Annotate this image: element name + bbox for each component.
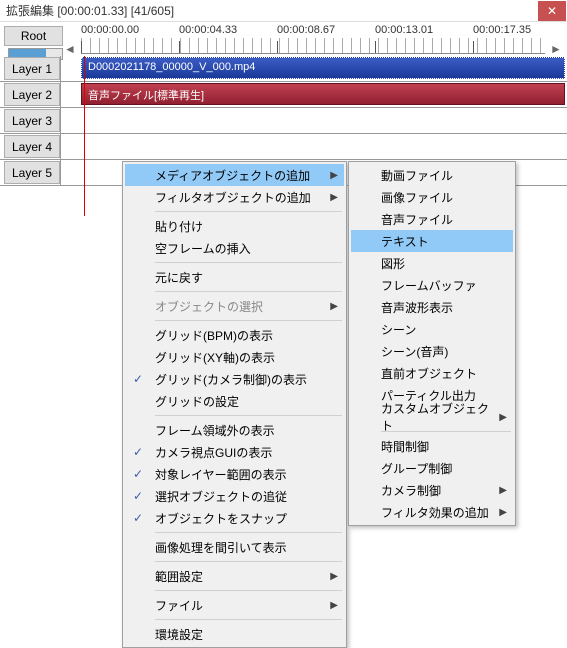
layer-label[interactable]: Layer 3 [4,109,60,132]
ruler-label: 00:00:17.35 [473,24,531,36]
menu-paste[interactable]: 貼り付け [125,215,344,237]
layer-track[interactable]: D0002021178_00000_V_000.mp4 [60,56,567,81]
audio-clip[interactable]: 音声ファイル[標準再生] [81,83,565,105]
menu-target-layer[interactable]: ✓対象レイヤー範囲の表示 [125,463,344,485]
menu-separator [155,320,342,321]
submenu-scene-audio[interactable]: シーン(音声) [351,340,513,362]
menu-follow-sel[interactable]: ✓選択オブジェクトの追従 [125,485,344,507]
menu-separator [155,619,342,620]
layer-row: Layer 2 音声ファイル[標準再生] [0,82,567,108]
ruler-label: 00:00:08.67 [277,24,335,36]
chevron-right-icon: ▶ [330,301,338,312]
menu-media-add[interactable]: メディアオブジェクトの追加▶ [125,164,344,186]
toolbar: Root ◄ 00:00:00.00 00:00:04.33 00:00:08.… [0,22,567,56]
window-title: 拡張編集 [00:00:01.33] [41/605] [0,2,174,19]
menu-file[interactable]: ファイル▶ [125,594,344,616]
chevron-right-icon: ▶ [330,571,338,582]
submenu-filter-fx[interactable]: フィルタ効果の追加▶ [351,501,513,523]
menu-separator [155,415,342,416]
layer-row: Layer 3 [0,108,567,134]
submenu-cam-ctrl[interactable]: カメラ制御▶ [351,479,513,501]
submenu-time-ctrl[interactable]: 時間制御 [351,435,513,457]
submenu-framebuf[interactable]: フレームバッファ [351,274,513,296]
layer-track[interactable]: 音声ファイル[標準再生] [60,82,567,107]
menu-separator [155,590,342,591]
submenu-shape[interactable]: 図形 [351,252,513,274]
root-button[interactable]: Root [4,26,63,46]
check-icon: ✓ [133,467,143,481]
chevron-right-icon: ▶ [330,170,338,181]
submenu-text[interactable]: テキスト [351,230,513,252]
menu-empty-frame[interactable]: 空フレームの挿入 [125,237,344,259]
chevron-right-icon: ▶ [330,600,338,611]
menu-separator [155,262,342,263]
menu-env[interactable]: 環境設定 [125,623,344,645]
menu-grid-settings[interactable]: グリッドの設定 [125,390,344,412]
chevron-right-icon: ▶ [330,192,338,203]
layer-row: Layer 1 D0002021178_00000_V_000.mp4 [0,56,567,82]
close-button[interactable]: ✕ [538,1,566,21]
check-icon: ✓ [133,372,143,386]
menu-snap-obj[interactable]: ✓オブジェクトをスナップ [125,507,344,529]
layer-row: Layer 4 [0,134,567,160]
menu-undo[interactable]: 元に戻す [125,266,344,288]
menu-select-obj: オブジェクトの選択▶ [125,295,344,317]
check-icon: ✓ [133,511,143,525]
context-menu: メディアオブジェクトの追加▶ フィルタオブジェクトの追加▶ 貼り付け 空フレーム… [122,161,347,648]
titlebar: 拡張編集 [00:00:01.33] [41/605] ✕ [0,0,567,22]
ruler-label: 00:00:00.00 [81,24,139,36]
playhead[interactable] [84,56,85,216]
submenu-waveform[interactable]: 音声波形表示 [351,296,513,318]
video-clip[interactable]: D0002021178_00000_V_000.mp4 [81,57,565,79]
submenu-image[interactable]: 画像ファイル [351,186,513,208]
menu-separator [155,532,342,533]
check-icon: ✓ [133,489,143,503]
menu-frame-out[interactable]: フレーム領域外の表示 [125,419,344,441]
submenu-media: 動画ファイル 画像ファイル 音声ファイル テキスト 図形 フレームバッファ 音声… [348,161,516,526]
menu-image-thin[interactable]: 画像処理を間引いて表示 [125,536,344,558]
ruler-label: 00:00:13.01 [375,24,433,36]
layer-track[interactable] [60,108,567,133]
timeline-ruler[interactable]: 00:00:00.00 00:00:04.33 00:00:08.67 00:0… [81,24,545,54]
menu-cam-gui[interactable]: ✓カメラ視点GUIの表示 [125,441,344,463]
menu-grid-cam[interactable]: ✓グリッド(カメラ制御)の表示 [125,368,344,390]
menu-separator [155,211,342,212]
close-icon: ✕ [547,4,557,18]
submenu-custom[interactable]: カスタムオブジェクト▶ [351,406,513,428]
ruler-label: 00:00:04.33 [179,24,237,36]
submenu-audio[interactable]: 音声ファイル [351,208,513,230]
layer-label[interactable]: Layer 5 [4,161,60,184]
layer-label[interactable]: Layer 4 [4,135,60,158]
chevron-right-icon: ▶ [499,507,507,518]
scroll-right-button[interactable]: ► [549,42,563,56]
check-icon: ✓ [133,445,143,459]
layer-label[interactable]: Layer 2 [4,83,60,106]
submenu-prev-obj[interactable]: 直前オブジェクト [351,362,513,384]
menu-grid-xy[interactable]: グリッド(XY軸)の表示 [125,346,344,368]
scroll-left-button[interactable]: ◄ [63,42,77,56]
submenu-video[interactable]: 動画ファイル [351,164,513,186]
chevron-right-icon: ▶ [499,412,507,423]
submenu-group-ctrl[interactable]: グループ制御 [351,457,513,479]
menu-separator [155,291,342,292]
menu-grid-bpm[interactable]: グリッド(BPM)の表示 [125,324,344,346]
chevron-right-icon: ▶ [499,485,507,496]
menu-filter-add[interactable]: フィルタオブジェクトの追加▶ [125,186,344,208]
submenu-scene[interactable]: シーン [351,318,513,340]
menu-range[interactable]: 範囲設定▶ [125,565,344,587]
layer-track[interactable] [60,134,567,159]
menu-separator [155,561,342,562]
layer-label[interactable]: Layer 1 [4,57,60,80]
